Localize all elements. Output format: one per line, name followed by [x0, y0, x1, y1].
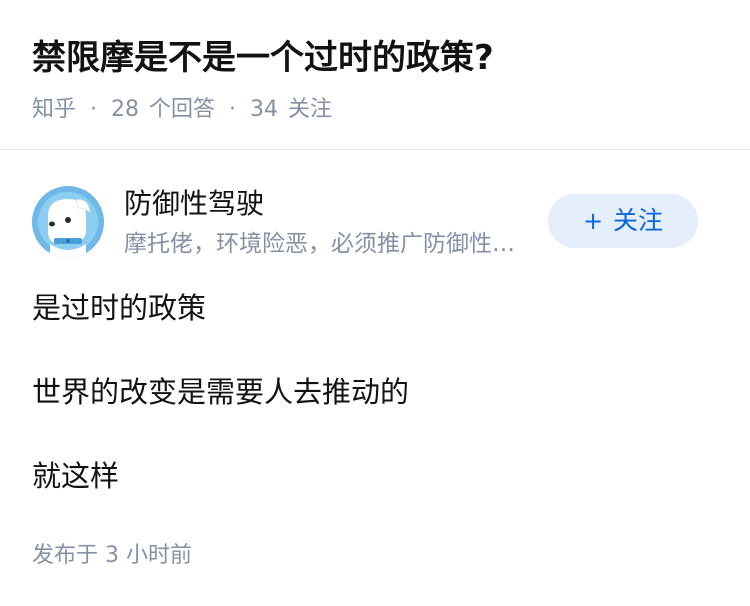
answers-label: 个回答: [149, 97, 216, 122]
answer-content: 是过时的政策 世界的改变是需要人去推动的 就这样: [32, 286, 718, 538]
followers-count: 34: [250, 97, 279, 122]
cartoon-dog-avatar-icon[interactable]: [32, 186, 104, 258]
answer-paragraph: 就这样: [32, 459, 120, 493]
question-title[interactable]: 禁限摩是不是一个过时的政策?: [32, 34, 494, 82]
followers-label: 关注: [288, 97, 333, 122]
answer-publish-time: 发布于 3 小时前: [32, 543, 192, 568]
plus-icon: +: [582, 207, 604, 235]
meta-separator: ·: [229, 97, 237, 122]
answer-paragraph: 是过时的政策: [32, 291, 207, 325]
author-headline: 摩托佬，环境险恶，必须推广防御性驾驶: [124, 231, 534, 257]
meta-separator: ·: [90, 97, 98, 122]
author-name[interactable]: 防御性驾驶: [124, 184, 264, 224]
follow-button[interactable]: + 关注: [548, 194, 698, 248]
answer-paragraph: 世界的改变是需要人去推动的: [32, 375, 410, 409]
author-row: 防御性驾驶 摩托佬，环境险恶，必须推广防御性驾驶 + 关注: [0, 180, 750, 264]
answers-count: 28: [111, 97, 140, 122]
question-source[interactable]: 知乎: [32, 92, 76, 128]
question-meta: 知乎 · 28 个回答 · 34 关注: [32, 92, 332, 128]
question-header: 禁限摩是不是一个过时的政策? 知乎 · 28 个回答 · 34 关注: [0, 0, 750, 150]
follow-button-label: 关注: [613, 206, 664, 235]
